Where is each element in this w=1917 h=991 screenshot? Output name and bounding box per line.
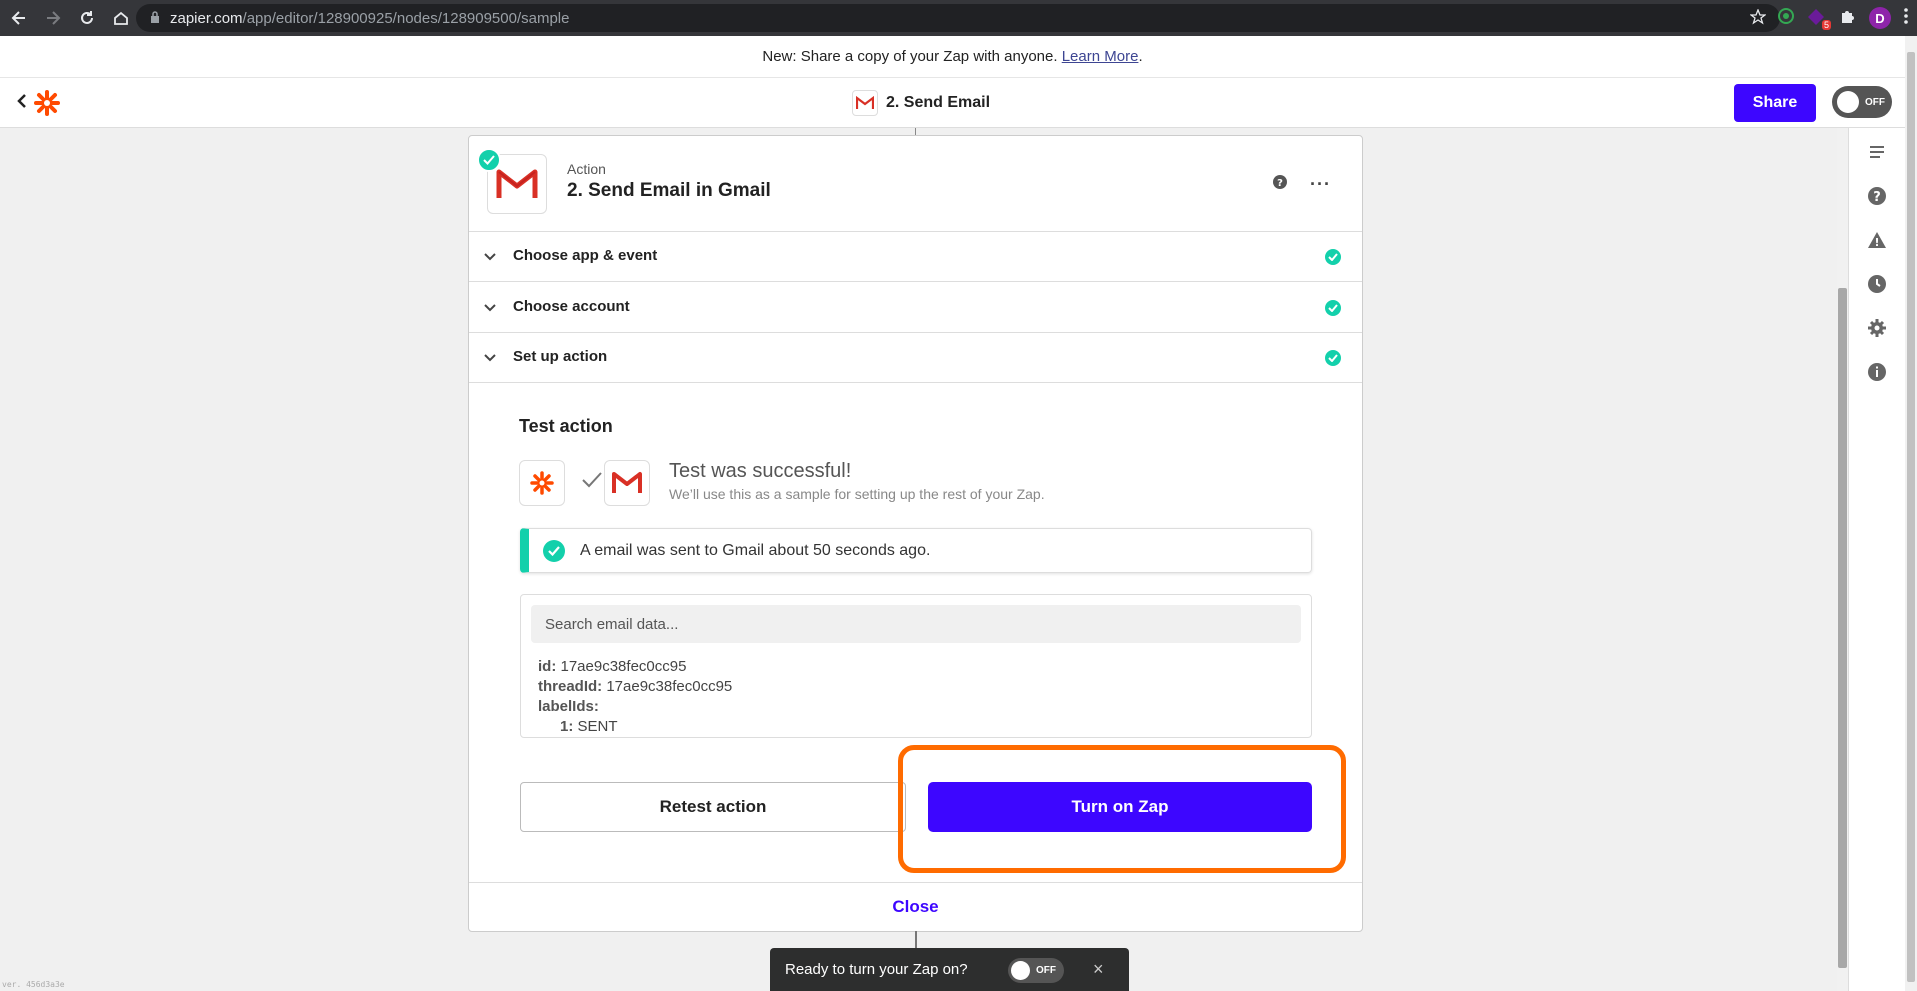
announcement-banner: New: Share a copy of your Zap with anyon… <box>0 36 1905 78</box>
step-help-icon[interactable]: ? <box>1272 174 1288 195</box>
svg-text:?: ? <box>1873 190 1881 205</box>
back-arrow-icon[interactable] <box>4 3 34 33</box>
test-success-title: Test was successful! <box>669 460 852 482</box>
canvas-scrollbar[interactable] <box>1837 128 1848 991</box>
retest-action-button[interactable]: Retest action <box>520 782 906 832</box>
share-button[interactable]: Share <box>1734 84 1816 122</box>
help-icon[interactable]: ? <box>1865 184 1889 208</box>
learn-more-link[interactable]: Learn More <box>1062 48 1139 65</box>
accordion-label: Set up action <box>513 348 608 365</box>
step-connector <box>915 931 917 949</box>
url-path: /app/editor/128900925/nodes/128909500/sa… <box>242 9 570 27</box>
svg-text:!: ! <box>1874 236 1879 249</box>
complete-check-icon <box>1325 249 1341 265</box>
editor-topbar: 2. Send Email Share OFF <box>0 78 1905 128</box>
accordion-set-up-action[interactable]: Set up action <box>469 333 1362 383</box>
url-host: zapier.com <box>170 9 243 27</box>
zap-title-text: 2. Send Email <box>886 94 991 111</box>
success-alert: A email was sent to Gmail about 50 secon… <box>520 528 1312 573</box>
page-scrollbar[interactable] <box>1905 36 1917 991</box>
forward-arrow-icon[interactable] <box>38 3 68 33</box>
check-circle-icon <box>543 540 565 562</box>
field-id: id: 17ae9c38fec0cc95 <box>538 658 687 675</box>
accordion-choose-app-event[interactable]: Choose app & event <box>469 232 1362 282</box>
announcement-suffix: . <box>1138 48 1143 65</box>
extension-target-icon[interactable] <box>1777 7 1795 30</box>
address-bar[interactable]: zapier.com/app/editor/128900925/nodes/12… <box>136 4 1780 32</box>
more-options-icon[interactable]: ··· <box>1310 174 1331 195</box>
close-button[interactable]: Close <box>469 882 1362 931</box>
info-icon[interactable] <box>1865 360 1889 384</box>
toast-on-off-toggle[interactable]: OFF <box>1008 958 1064 983</box>
extension-badge-count: 5 <box>1821 20 1831 30</box>
field-label-1: 1: SENT <box>560 718 618 735</box>
accordion-choose-account[interactable]: Choose account <box>469 283 1362 333</box>
search-email-data-input[interactable] <box>531 605 1301 643</box>
toast-close-icon[interactable]: × <box>1093 959 1104 980</box>
profile-avatar[interactable]: D <box>1869 7 1891 29</box>
settings-gear-icon[interactable] <box>1865 316 1889 340</box>
puzzle-icon[interactable] <box>1839 7 1857 30</box>
outline-list-icon[interactable] <box>1865 140 1889 164</box>
chevron-down-icon <box>483 249 497 267</box>
email-data-box: id: 17ae9c38fec0cc95 threadId: 17ae9c38f… <box>520 594 1312 738</box>
zapier-app-tile <box>519 460 565 506</box>
zapier-logo-icon[interactable] <box>34 90 60 121</box>
test-success-subtitle: We’ll use this as a sample for setting u… <box>669 486 1045 502</box>
step-type-label: Action <box>567 161 606 177</box>
browser-toolbar: zapier.com/app/editor/128900925/nodes/12… <box>0 0 1917 36</box>
home-icon[interactable] <box>106 3 136 33</box>
test-action-title: Test action <box>519 416 613 436</box>
bookmark-star-icon[interactable] <box>1749 8 1767 29</box>
lock-icon <box>150 10 160 27</box>
zap-on-off-toggle[interactable]: OFF <box>1832 86 1892 118</box>
gmail-app-tile <box>604 460 650 506</box>
step-header: Action 2. Send Email in Gmail ? ··· <box>469 136 1362 232</box>
toast-text: Ready to turn your Zap on? <box>785 961 968 978</box>
toggle-knob <box>1011 961 1030 980</box>
alert-text: A email was sent to Gmail about 50 secon… <box>580 542 931 559</box>
step-title: 2. Send Email in Gmail <box>567 180 771 201</box>
announcement-text: New: Share a copy of your Zap with anyon… <box>762 48 1058 65</box>
chevron-down-icon <box>483 300 497 318</box>
warning-icon[interactable]: ! <box>1865 228 1889 252</box>
toggle-label: OFF <box>1036 965 1056 976</box>
extension-badge-icon[interactable]: 5 <box>1807 8 1831 30</box>
step-complete-check-icon <box>477 148 501 172</box>
history-clock-icon[interactable] <box>1865 272 1889 296</box>
field-labelids: labelIds: <box>538 698 599 715</box>
back-chevron-icon[interactable] <box>16 92 28 115</box>
step-connector <box>915 128 916 135</box>
accordion-label: Choose account <box>513 298 630 315</box>
gmail-icon <box>852 90 878 116</box>
check-icon <box>581 471 603 494</box>
toggle-label: OFF <box>1865 96 1885 108</box>
version-label: ver. 456d3a3e <box>2 980 65 989</box>
zap-title: 2. Send Email <box>852 90 990 116</box>
svg-text:?: ? <box>1277 178 1283 189</box>
highlight-annotation <box>898 745 1346 873</box>
reload-icon[interactable] <box>72 3 102 33</box>
chevron-down-icon <box>483 350 497 368</box>
complete-check-icon <box>1325 350 1341 366</box>
canvas-scrollbar-thumb[interactable] <box>1838 288 1847 968</box>
complete-check-icon <box>1325 300 1341 316</box>
field-threadid: threadId: 17ae9c38fec0cc95 <box>538 678 733 695</box>
accordion-label: Choose app & event <box>513 247 658 264</box>
right-sidebar: ? ! <box>1848 128 1905 991</box>
kebab-menu-icon[interactable] <box>1903 7 1909 30</box>
toggle-knob <box>1837 91 1859 113</box>
extensions-area: 5 D <box>1777 4 1909 32</box>
page-scrollbar-thumb[interactable] <box>1907 52 1915 982</box>
turn-on-toast: Ready to turn your Zap on? OFF × <box>770 948 1129 991</box>
